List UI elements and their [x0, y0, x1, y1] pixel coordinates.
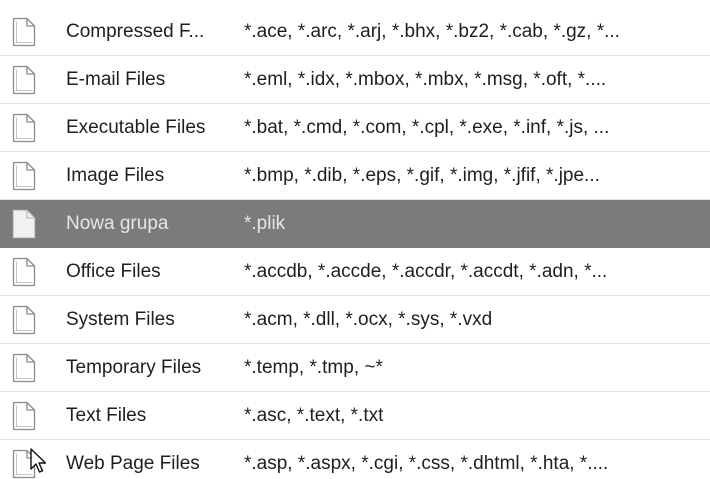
file-group-row-temporary[interactable]: Temporary Files *.temp, *.tmp, ~* [0, 344, 710, 392]
file-group-row-text[interactable]: Text Files *.asc, *.text, *.txt [0, 392, 710, 440]
file-group-row-web-page[interactable]: Web Page Files *.asp, *.aspx, *.cgi, *.c… [0, 440, 710, 479]
file-group-name: Executable Files [66, 117, 206, 138]
file-group-extensions: *.plik [244, 213, 286, 234]
file-group-row-email[interactable]: E-mail Files *.eml, *.idx, *.mbox, *.mbx… [0, 56, 710, 104]
document-icon [12, 17, 36, 47]
document-icon [12, 65, 36, 95]
file-group-extensions: *.bmp, *.dib, *.eps, *.gif, *.img, *.jfi… [244, 165, 600, 186]
file-group-row-nowa-grupa[interactable]: Nowa grupa *.plik [0, 200, 710, 248]
file-group-extensions: *.temp, *.tmp, ~* [244, 357, 383, 378]
file-group-name: E-mail Files [66, 69, 166, 90]
file-group-row-compressed[interactable]: Compressed F... *.ace, *.arc, *.arj, *.b… [0, 8, 710, 56]
file-group-row-executable[interactable]: Executable Files *.bat, *.cmd, *.com, *.… [0, 104, 710, 152]
document-icon [12, 305, 36, 335]
document-icon [12, 113, 36, 143]
document-icon [12, 209, 36, 239]
file-groups-list: Compressed F... *.ace, *.arc, *.arj, *.b… [0, 0, 710, 479]
file-group-row-system[interactable]: System Files *.acm, *.dll, *.ocx, *.sys,… [0, 296, 710, 344]
file-group-extensions: *.ace, *.arc, *.arj, *.bhx, *.bz2, *.cab… [244, 21, 620, 42]
file-group-extensions: *.accdb, *.accde, *.accdr, *.accdt, *.ad… [244, 261, 608, 282]
file-group-row-office[interactable]: Office Files *.accdb, *.accde, *.accdr, … [0, 248, 710, 296]
file-group-name: Image Files [66, 165, 165, 186]
file-group-extensions: *.asp, *.aspx, *.cgi, *.css, *.dhtml, *.… [244, 453, 609, 474]
file-group-name: Compressed F... [66, 21, 205, 42]
file-group-name: Temporary Files [66, 357, 202, 378]
file-group-name: Office Files [66, 261, 161, 282]
file-group-name: Web Page Files [66, 453, 200, 474]
file-group-row-image[interactable]: Image Files *.bmp, *.dib, *.eps, *.gif, … [0, 152, 710, 200]
file-group-name: System Files [66, 309, 175, 330]
file-group-name: Text Files [66, 405, 147, 426]
document-icon [12, 257, 36, 287]
file-group-extensions: *.eml, *.idx, *.mbox, *.mbx, *.msg, *.of… [244, 69, 607, 90]
file-group-name: Nowa grupa [66, 213, 169, 234]
file-group-extensions: *.acm, *.dll, *.ocx, *.sys, *.vxd [244, 309, 493, 330]
file-group-extensions: *.bat, *.cmd, *.com, *.cpl, *.exe, *.inf… [244, 117, 610, 138]
document-icon [12, 161, 36, 191]
mouse-pointer-icon [30, 448, 46, 473]
document-icon [12, 353, 36, 383]
document-icon [12, 401, 36, 431]
file-group-extensions: *.asc, *.text, *.txt [244, 405, 384, 426]
